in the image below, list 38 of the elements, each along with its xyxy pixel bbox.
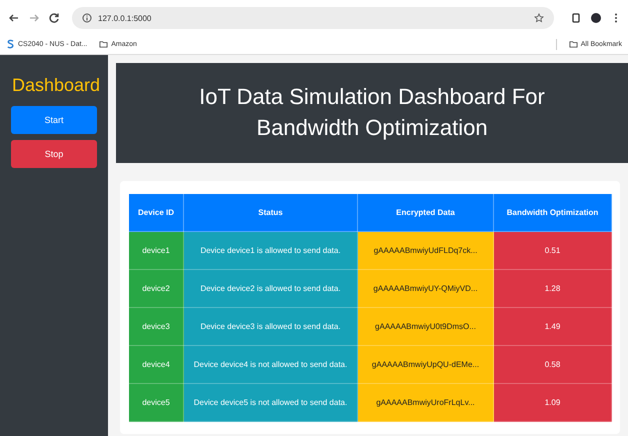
table-cell: 1.09 [494,384,612,422]
table-cell: 1.49 [494,308,612,346]
table-cell: gAAAAABmwiyUdFLDq7ck... [358,232,494,270]
info-icon[interactable] [82,13,92,23]
folder-icon [568,39,578,49]
site-icon [6,39,15,49]
stop-button[interactable]: Stop [11,140,97,168]
table-cell: Device device4 is not allowed to send data. [184,346,358,384]
table-cell: Device device1 is allowed to send data. [184,232,358,270]
address-bar[interactable]: 127.0.0.1:5000 [72,7,554,29]
table-cell: 1.28 [494,270,612,308]
column-header: Encrypted Data [358,194,494,232]
table-cell: gAAAAABmwiyUroFrLqLv... [358,384,494,422]
table-cell: device2 [128,270,184,308]
dashboard-title: IoT Data Simulation Dashboard For Bandwidth Optimization [198,83,546,142]
table-cell: device4 [128,346,184,384]
table-cell: gAAAAABmwiyUpQU-dEMe... [358,346,494,384]
column-header: Device ID [128,194,184,232]
table-cell: device3 [128,308,184,346]
folder-icon [99,39,108,49]
avatar-icon[interactable] [590,12,602,24]
table-cell: gAAAAABmwiyU0t9DmsO... [358,308,494,346]
star-icon[interactable] [534,13,544,23]
table-cell: 0.51 [494,232,612,270]
table-cell: Device device3 is allowed to send data. [184,308,358,346]
column-header: Status [184,194,358,232]
column-header: Bandwidth Optimization [494,194,612,232]
table-cell: device5 [128,384,184,422]
reload-icon[interactable] [48,12,60,24]
table-cell: Device device2 is allowed to send data. [184,270,358,308]
table-cell: gAAAAABmwiyUY-QMiyVD... [358,270,494,308]
sidebar-title: Dashboard [11,75,100,96]
url-text: 127.0.0.1:5000 [98,14,152,22]
back-icon[interactable] [8,12,20,24]
table-cell: 0.58 [494,346,612,384]
table-cell: device1 [128,232,184,270]
start-button[interactable]: Start [11,106,97,134]
table-cell: Device device5 is not allowed to send data. [184,384,358,422]
